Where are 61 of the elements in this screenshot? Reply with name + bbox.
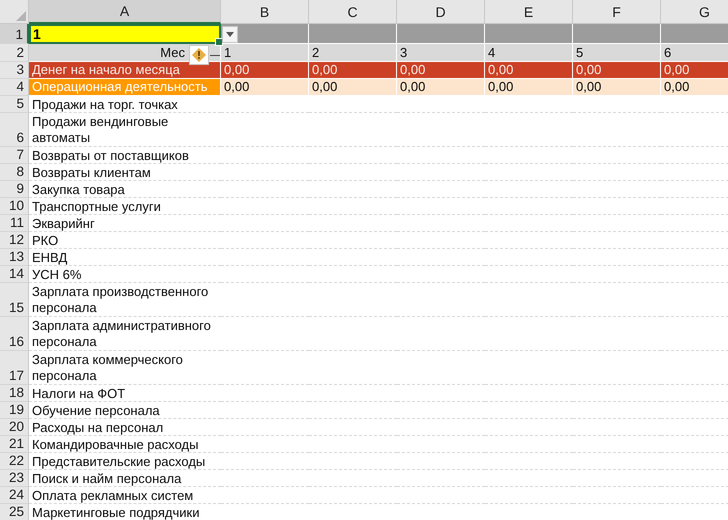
row-header[interactable]: 22 (0, 453, 29, 470)
column-header[interactable]: C (309, 0, 397, 24)
row-header[interactable]: 10 (0, 198, 29, 215)
table-cell: 0,00 (573, 62, 661, 79)
row-header[interactable]: 24 (0, 487, 29, 504)
row-header[interactable]: 4 (0, 79, 29, 96)
row-header[interactable]: 11 (0, 215, 29, 232)
row-header[interactable]: 20 (0, 419, 29, 436)
row-header[interactable]: 17 (0, 351, 29, 385)
table-cell: 0,00 (221, 79, 309, 96)
column-header[interactable]: F (573, 0, 661, 24)
column-header[interactable]: B (221, 0, 309, 24)
table-cell: Экварийнг (29, 215, 221, 232)
table-cell: Денег на начало месяца (29, 62, 221, 79)
table-cell: Операционная деятельность (29, 79, 221, 96)
table-cell: Мес (29, 44, 221, 62)
row-header[interactable]: 25 (0, 504, 29, 520)
row-header[interactable]: 12 (0, 232, 29, 249)
table-cell: 4 (485, 44, 573, 62)
table-cell: 0,00 (485, 62, 573, 79)
row-header[interactable]: 14 (0, 266, 29, 283)
row-header[interactable]: 6 (0, 113, 29, 147)
column-header[interactable]: G (661, 0, 728, 24)
row-header[interactable]: 2 (0, 44, 29, 62)
row-header[interactable]: 16 (0, 317, 29, 351)
row-header[interactable]: 13 (0, 249, 29, 266)
row-header[interactable]: 23 (0, 470, 29, 487)
row-header[interactable]: 8 (0, 164, 29, 181)
selected-cell[interactable]: 1 (29, 24, 221, 44)
table-cell: 0,00 (661, 62, 728, 79)
dropdown-button[interactable] (222, 26, 238, 43)
table-cell: 6 (661, 44, 728, 62)
table-cell: 0,00 (309, 79, 397, 96)
row-header[interactable]: 19 (0, 402, 29, 419)
row-header[interactable]: 9 (0, 181, 29, 198)
table-cell: 3 (397, 44, 485, 62)
table-cell: 0,00 (309, 62, 397, 79)
row-header[interactable]: 21 (0, 436, 29, 453)
row-header[interactable]: 7 (0, 147, 29, 164)
table-cell: 1 (221, 44, 309, 62)
row-header[interactable]: 1 (0, 24, 29, 44)
table-cell: 0,00 (661, 79, 728, 96)
column-header[interactable]: E (485, 0, 573, 24)
row-header[interactable]: 5 (0, 96, 29, 113)
table-cell: 0,00 (397, 62, 485, 79)
table-cell: Поиск и найм персонала (29, 470, 221, 487)
column-header[interactable]: A (29, 0, 221, 24)
table-cell: 5 (573, 44, 661, 62)
column-header[interactable]: D (397, 0, 485, 24)
row-header[interactable]: 15 (0, 283, 29, 317)
table-cell: 0,00 (397, 79, 485, 96)
warning-icon (192, 48, 206, 62)
table-cell: 2 (309, 44, 397, 62)
warning-button[interactable] (189, 45, 209, 65)
caret-icon (226, 32, 234, 37)
row-header[interactable]: 18 (0, 385, 29, 402)
table-cell: 0,00 (221, 62, 309, 79)
row-header[interactable]: 3 (0, 62, 29, 79)
table-cell: 0,00 (485, 79, 573, 96)
table-cell (661, 24, 728, 44)
table-cell: 0,00 (573, 79, 661, 96)
